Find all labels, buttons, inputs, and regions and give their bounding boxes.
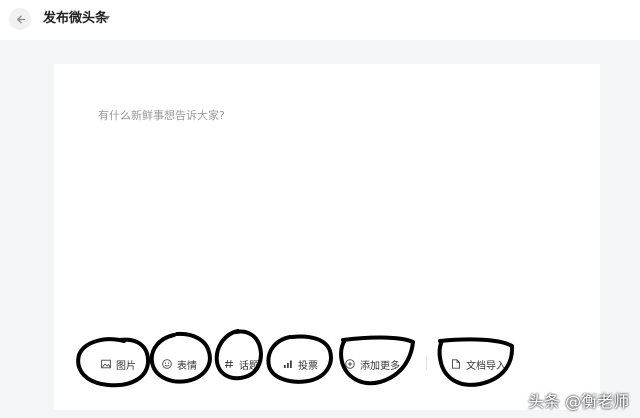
- editor-toolbar: 图片 表情 话题 投票 添加更多 文档导入: [54, 346, 600, 380]
- import-document-label: 文档导入: [466, 360, 506, 372]
- toolbar-divider: [426, 356, 427, 370]
- add-more-button[interactable]: 添加更多: [345, 356, 400, 372]
- emoji-label: 表情: [177, 360, 197, 372]
- topic-button[interactable]: 话题: [224, 356, 259, 372]
- poll-button[interactable]: 投票: [283, 356, 318, 372]
- add-more-label: 添加更多: [360, 360, 400, 372]
- hashtag-icon: [224, 359, 234, 369]
- emoji-button[interactable]: 表情: [162, 356, 197, 372]
- chevron-down-icon[interactable]: [104, 16, 110, 20]
- image-icon: [101, 359, 111, 369]
- plus-circle-icon: [345, 359, 355, 369]
- emoji-icon: [162, 359, 172, 369]
- topic-label: 话题: [239, 360, 259, 372]
- back-button[interactable]: [9, 8, 31, 30]
- back-arrow-icon: [15, 10, 26, 29]
- image-button[interactable]: 图片: [101, 356, 136, 372]
- image-label: 图片: [116, 360, 136, 372]
- document-icon: [451, 359, 461, 369]
- post-input-placeholder[interactable]: 有什么新鲜事想告诉大家?: [98, 107, 225, 123]
- import-document-button[interactable]: 文档导入: [451, 356, 506, 372]
- watermark: 头条 @衡老师: [528, 392, 630, 411]
- page-title[interactable]: 发布微头条: [43, 10, 108, 28]
- post-editor[interactable]: 有什么新鲜事想告诉大家? 图片 表情 话题 投票 添加更多 文档导入: [54, 64, 600, 410]
- top-bar: 发布微头条: [0, 0, 640, 40]
- poll-icon: [283, 359, 293, 369]
- poll-label: 投票: [298, 360, 318, 372]
